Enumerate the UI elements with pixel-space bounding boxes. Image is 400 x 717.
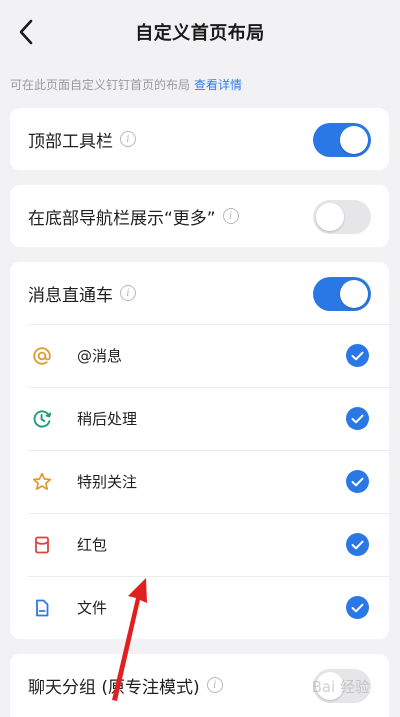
info-icon[interactable]: i: [120, 131, 136, 147]
list-item-at-messages[interactable]: @消息: [10, 324, 389, 387]
checkmark-icon[interactable]: [346, 533, 369, 556]
divider: [28, 387, 389, 388]
toggle-knob: [340, 126, 368, 154]
star-icon: [32, 472, 52, 492]
top-toolbar-card: 顶部工具栏 i: [10, 108, 389, 170]
file-icon: [32, 598, 52, 618]
bottom-more-card: 在底部导航栏展示“更多” i: [10, 185, 389, 247]
checkmark-icon[interactable]: [346, 344, 369, 367]
top-toolbar-label: 顶部工具栏: [28, 131, 113, 152]
page-title: 自定义首页布局: [135, 23, 265, 44]
checkmark-icon[interactable]: [346, 407, 369, 430]
top-toolbar-toggle[interactable]: [313, 123, 371, 157]
bottom-more-label: 在底部导航栏展示“更多”: [28, 208, 216, 229]
divider: [28, 576, 389, 577]
watermark: Bai 经验: [311, 678, 370, 696]
list-item-special-attention[interactable]: 特别关注: [10, 450, 389, 513]
list-item-red-packet[interactable]: 红包: [10, 513, 389, 576]
chat-group-label: 聊天分组 (原专注模式): [28, 677, 200, 698]
toggle-knob: [340, 280, 368, 308]
checkmark-icon[interactable]: [346, 470, 369, 493]
info-icon[interactable]: i: [222, 208, 239, 224]
back-button[interactable]: [12, 16, 40, 48]
details-link[interactable]: 查看详情: [194, 78, 242, 92]
clock-icon: [32, 409, 52, 429]
file-label: 文件: [77, 599, 108, 617]
page-hint: 可在此页面自定义钉钉首页的布局 查看详情: [10, 76, 242, 93]
red-packet-label: 红包: [77, 536, 108, 554]
message-express-label: 消息直通车: [28, 285, 113, 306]
divider: [28, 450, 389, 451]
special-attention-label: 特别关注: [77, 473, 138, 491]
message-express-card: 消息直通车 i @消息 稍后处理 特别关注 红包 文件: [10, 262, 389, 639]
top-toolbar-row: 顶部工具栏 i: [10, 108, 389, 170]
divider: [28, 513, 389, 514]
nav-bar: 自定义首页布局: [0, 0, 400, 64]
hint-text: 可在此页面自定义钉钉首页的布局: [10, 78, 191, 92]
message-express-toggle[interactable]: [313, 277, 371, 311]
info-icon[interactable]: i: [206, 677, 223, 693]
red-packet-icon: [32, 535, 52, 555]
toggle-knob: [316, 203, 344, 231]
bottom-more-row: 在底部导航栏展示“更多” i: [10, 185, 389, 247]
list-item-later[interactable]: 稍后处理: [10, 387, 389, 450]
info-icon[interactable]: i: [120, 285, 136, 301]
at-messages-label: @消息: [77, 347, 123, 365]
later-label: 稍后处理: [77, 410, 138, 428]
checkmark-icon[interactable]: [346, 596, 369, 619]
bottom-more-toggle[interactable]: [313, 200, 371, 234]
at-icon: [32, 346, 52, 366]
divider: [28, 324, 389, 325]
list-item-file[interactable]: 文件: [10, 576, 389, 639]
message-express-row: 消息直通车 i: [10, 262, 389, 324]
chevron-left-icon: [19, 19, 33, 45]
